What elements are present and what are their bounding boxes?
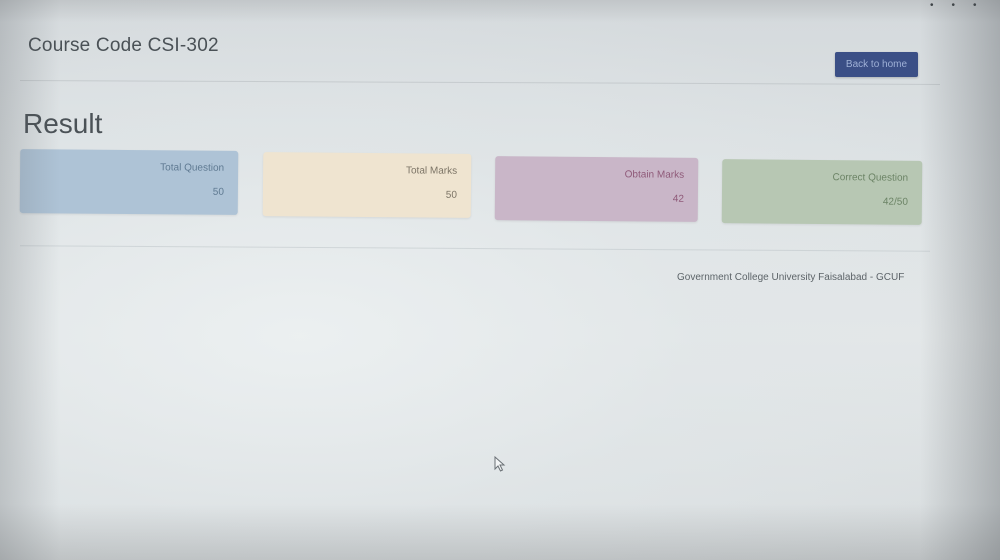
obtain-marks-card: Obtain Marks 42: [494, 156, 699, 222]
top-edge-dots: •••: [930, 0, 995, 11]
course-code-title: Course Code CSI-302: [28, 35, 219, 56]
total-question-value: 50: [212, 186, 224, 198]
result-heading: Result: [23, 108, 103, 139]
obtain-marks-value: 42: [672, 193, 684, 205]
footer-university-text: Government College University Faisalabad…: [677, 272, 905, 283]
obtain-marks-label: Obtain Marks: [624, 169, 685, 181]
correct-question-card: Correct Question 42/50: [721, 159, 923, 225]
total-marks-value: 50: [445, 189, 457, 201]
mouse-pointer-icon: [494, 456, 506, 472]
total-marks-label: Total Marks: [405, 165, 458, 177]
back-to-home-button[interactable]: Back to home: [835, 52, 918, 77]
correct-question-value: 42/50: [882, 196, 908, 208]
total-question-label: Total Question: [160, 162, 225, 174]
total-marks-card: Total Marks 50: [262, 152, 472, 218]
total-question-card: Total Question 50: [19, 149, 239, 215]
correct-question-label: Correct Question: [832, 172, 909, 184]
